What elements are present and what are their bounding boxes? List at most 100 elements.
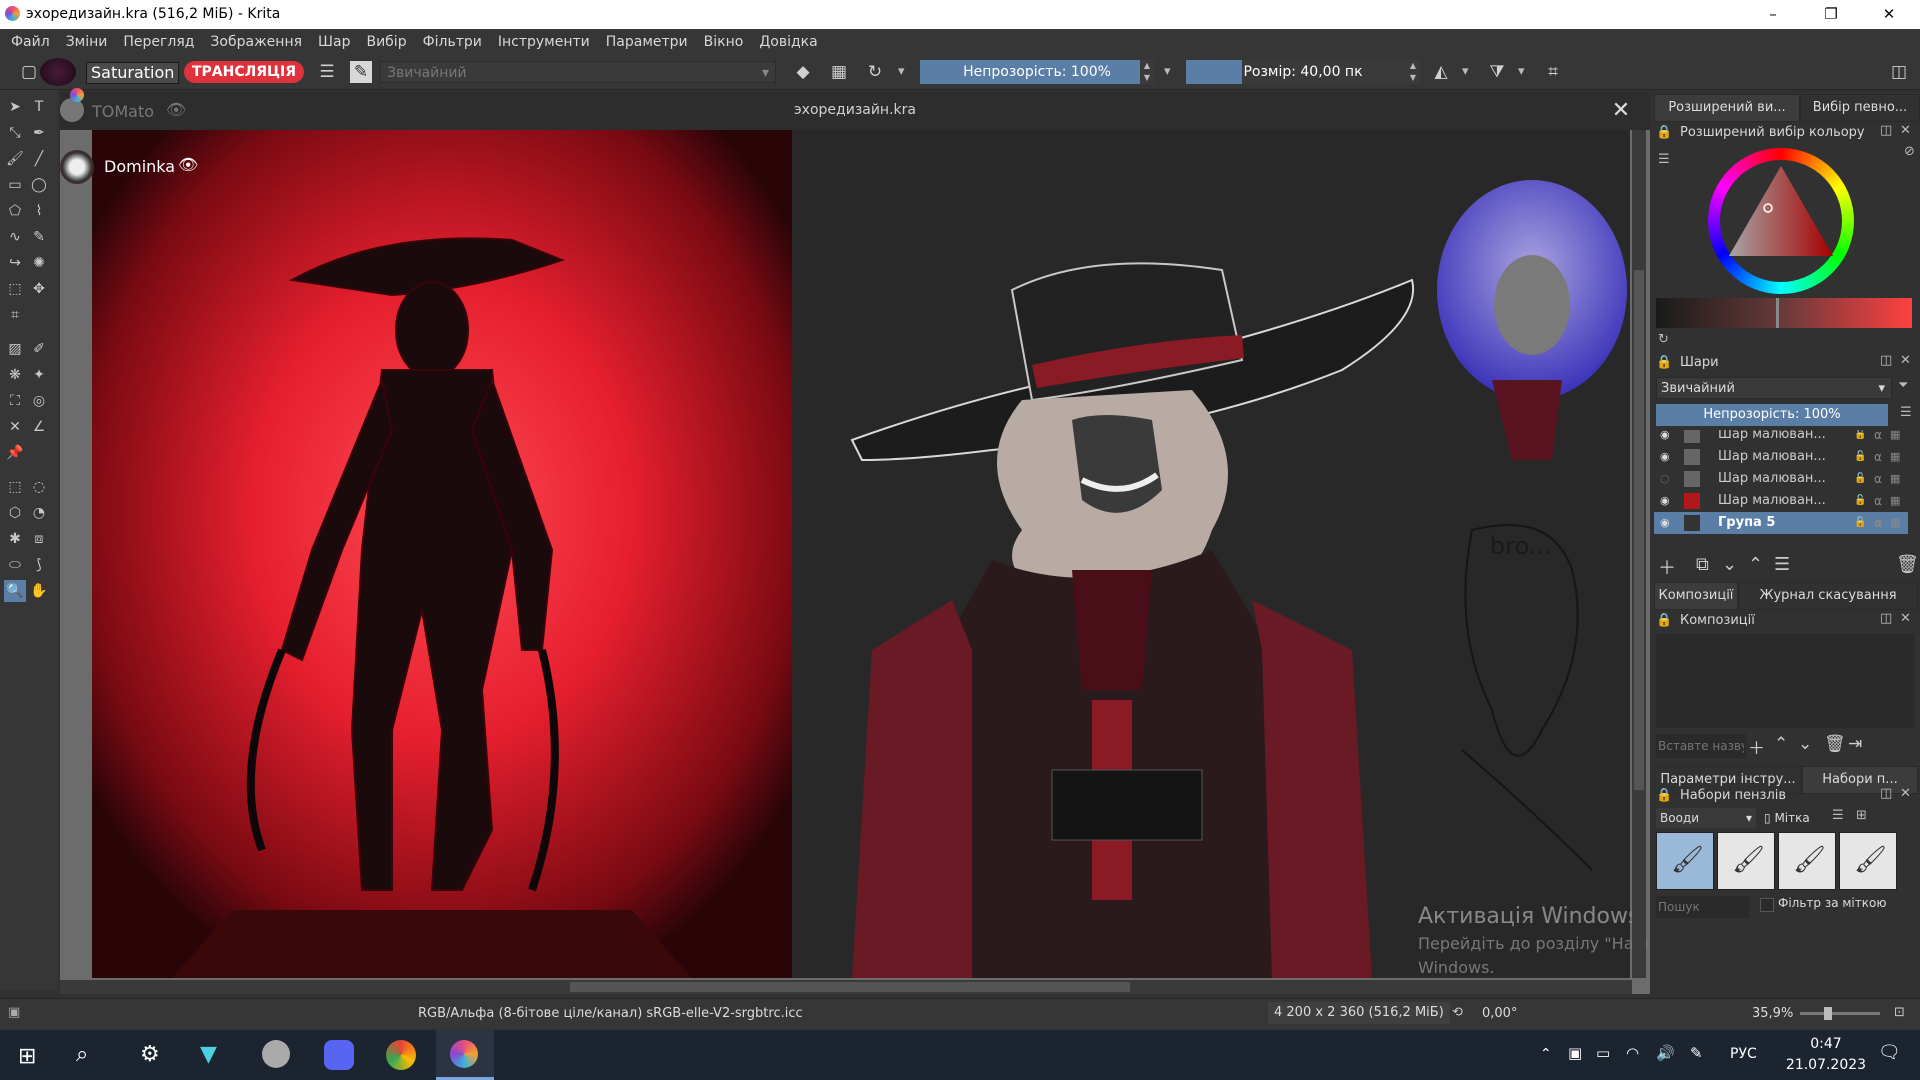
close-icon[interactable]: ✕	[1900, 353, 1911, 368]
wrap-around-icon[interactable]: ⌗	[1542, 61, 1564, 83]
menu-icon[interactable]: ☰	[1900, 405, 1912, 420]
clear-icon[interactable]: ⊘	[1904, 144, 1915, 159]
lock-icon[interactable]: 🔒	[1656, 355, 1672, 370]
bezier-tool-icon[interactable]: ∿	[4, 226, 26, 248]
brush-preset[interactable]: 🖌	[1839, 832, 1897, 890]
size-spin-icon[interactable]: ▲ ▼	[1406, 60, 1420, 84]
close-icon[interactable]: ✕	[1900, 611, 1911, 626]
gradient-tool-icon[interactable]: ▨	[4, 338, 26, 360]
lock-icon[interactable]: 🔓	[1854, 512, 1866, 534]
pan-tool-icon[interactable]: ✋	[28, 580, 50, 602]
preset-combo[interactable]: Звичайний ▾	[380, 61, 776, 83]
polygon-tool-icon[interactable]: ⬠	[4, 200, 26, 222]
filter-checkbox[interactable]	[1760, 898, 1774, 912]
docker-toggle-icon[interactable]: ◫	[1888, 61, 1910, 83]
menu-item[interactable]: Файл	[3, 29, 58, 55]
gear-icon[interactable]: ⚙	[140, 1042, 160, 1067]
calligraphy-icon[interactable]: ✒	[28, 122, 50, 144]
layer-properties-icon[interactable]: ☰	[1774, 554, 1790, 575]
app-icon[interactable]	[262, 1040, 290, 1068]
tab-undo-history[interactable]: Журнал скасування	[1738, 582, 1918, 610]
delete-icon[interactable]: 🗑	[1824, 734, 1846, 754]
horizontal-scrollbar[interactable]	[60, 980, 1632, 994]
lock-icon[interactable]: 🔒	[1656, 125, 1672, 140]
inherit-alpha-icon[interactable]: ▦	[1890, 512, 1900, 534]
mirror-horizontal-icon[interactable]: ◭	[1430, 61, 1452, 83]
duplicate-layer-icon[interactable]: ⧉	[1696, 554, 1709, 575]
opacity-slider[interactable]: Непрозорість: 100%	[920, 60, 1154, 84]
battery-icon[interactable]: ▭	[1596, 1044, 1610, 1062]
vpn-icon[interactable]: ▼	[200, 1042, 217, 1067]
minimize-button[interactable]: –	[1744, 0, 1802, 29]
color-history-bar[interactable]	[1656, 298, 1912, 328]
crop-tool-icon[interactable]: ⌗	[4, 304, 26, 326]
eye-icon[interactable]: ◉	[1660, 446, 1670, 468]
smart-patch-icon[interactable]: ✦	[28, 364, 50, 386]
inherit-alpha-icon[interactable]: ▦	[1890, 446, 1900, 468]
filter-icon[interactable]: ⏷	[1898, 378, 1908, 393]
enclosed-fill-icon[interactable]: ◎	[28, 390, 50, 412]
tray-chevron-icon[interactable]: ⌃	[1540, 1046, 1552, 1062]
ellipse-select-icon[interactable]: ◌	[28, 476, 50, 498]
add-composition-icon[interactable]: ＋	[1748, 734, 1765, 759]
freehand-select-icon[interactable]: ◔	[28, 502, 50, 524]
eye-icon[interactable]: ◉	[1660, 490, 1670, 512]
colorize-mask-icon[interactable]: ❋	[4, 364, 26, 386]
contiguous-select-icon[interactable]: ✱	[4, 528, 26, 550]
move-up-icon[interactable]: ⌃	[1748, 554, 1763, 575]
transform-tool-icon[interactable]: ⬚	[4, 278, 26, 300]
krita-taskbar-item[interactable]	[436, 1030, 494, 1080]
canvas-image[interactable]: bro...	[92, 130, 1630, 978]
tab-advanced-color[interactable]: Розширений ви...	[1654, 94, 1800, 122]
lock-icon[interactable]: 🔒	[1656, 613, 1672, 628]
inherit-alpha-icon[interactable]: ▦	[1890, 490, 1900, 512]
opacity-spin-icon[interactable]: ▲ ▼	[1140, 60, 1154, 84]
menu-item[interactable]: Вибір	[358, 29, 414, 55]
alpha-icon[interactable]: α	[1874, 446, 1882, 468]
add-layer-icon[interactable]: ＋	[1658, 554, 1676, 580]
polygon-select-icon[interactable]: ⬡	[4, 502, 26, 524]
tab-specific-color[interactable]: Вибір певно...	[1800, 94, 1920, 122]
wifi-icon[interactable]: ◠	[1626, 1044, 1639, 1062]
lock-icon[interactable]: 🔒	[1656, 788, 1672, 803]
float-icon[interactable]: ◫	[1880, 611, 1892, 626]
dynamic-brush-icon[interactable]: ↪	[4, 252, 26, 274]
select-shapes-icon[interactable]: ➤	[4, 96, 26, 118]
reload-preset-icon[interactable]: ↻	[864, 61, 886, 83]
tag-combo[interactable]: ▯ Мітка	[1764, 808, 1824, 828]
alpha-icon[interactable]: α	[1874, 512, 1882, 534]
layer-row[interactable]: ◉ Шар малюван... 🔓 α ▦	[1654, 446, 1908, 468]
fit-view-icon[interactable]: ⊡	[1894, 1005, 1905, 1020]
alpha-lock-icon[interactable]: ▦	[828, 61, 850, 83]
menu-item[interactable]: Зміни	[58, 29, 116, 55]
search-icon[interactable]: ⌕	[76, 1042, 88, 1067]
edit-shapes-icon[interactable]: ⤡	[4, 122, 26, 144]
color-triangle[interactable]	[1708, 148, 1854, 294]
eye-hidden-icon[interactable]: ○	[1660, 468, 1670, 490]
brush-preset[interactable]: 🖌	[1656, 832, 1714, 890]
freehand-brush-icon[interactable]: 🖌	[4, 148, 26, 170]
move-tool-icon[interactable]: ✥	[28, 278, 50, 300]
clock-time[interactable]: 0:47	[1794, 1036, 1858, 1052]
inherit-alpha-icon[interactable]: ▦	[1890, 430, 1900, 446]
brush-preview-icon[interactable]	[40, 58, 76, 86]
brush-set-combo[interactable]: Вооди ▾	[1656, 808, 1756, 828]
lock-icon[interactable]: 🔓	[1854, 430, 1866, 446]
close-icon[interactable]: ✕	[1900, 123, 1911, 138]
selection-icon[interactable]: ▣	[8, 1005, 20, 1020]
size-slider[interactable]: Розмір: 40,00 пк	[1186, 60, 1420, 84]
export-icon[interactable]: ⇥	[1848, 734, 1862, 754]
float-icon[interactable]: ◫	[1880, 123, 1892, 138]
close-icon[interactable]: ✕	[1900, 786, 1911, 801]
alpha-icon[interactable]: α	[1874, 490, 1882, 512]
eye-icon[interactable]: 👁	[178, 155, 198, 174]
list-icon[interactable]: ☰	[316, 61, 338, 83]
layer-row[interactable]: ◉ Шар малюван... 🔓 α ▦	[1654, 430, 1908, 446]
ellipse-tool-icon[interactable]: ◯	[28, 174, 50, 196]
view-mode-icon[interactable]: ⊞	[1856, 808, 1867, 823]
menu-item[interactable]: Довідка	[751, 29, 825, 55]
image-size-label[interactable]: 4 200 x 2 360 (516,2 МіБ)	[1268, 1002, 1450, 1024]
measure-tool-icon[interactable]: ∠	[28, 416, 50, 438]
alpha-icon[interactable]: α	[1874, 430, 1882, 446]
notification-icon[interactable]: 🗨	[1878, 1042, 1901, 1063]
